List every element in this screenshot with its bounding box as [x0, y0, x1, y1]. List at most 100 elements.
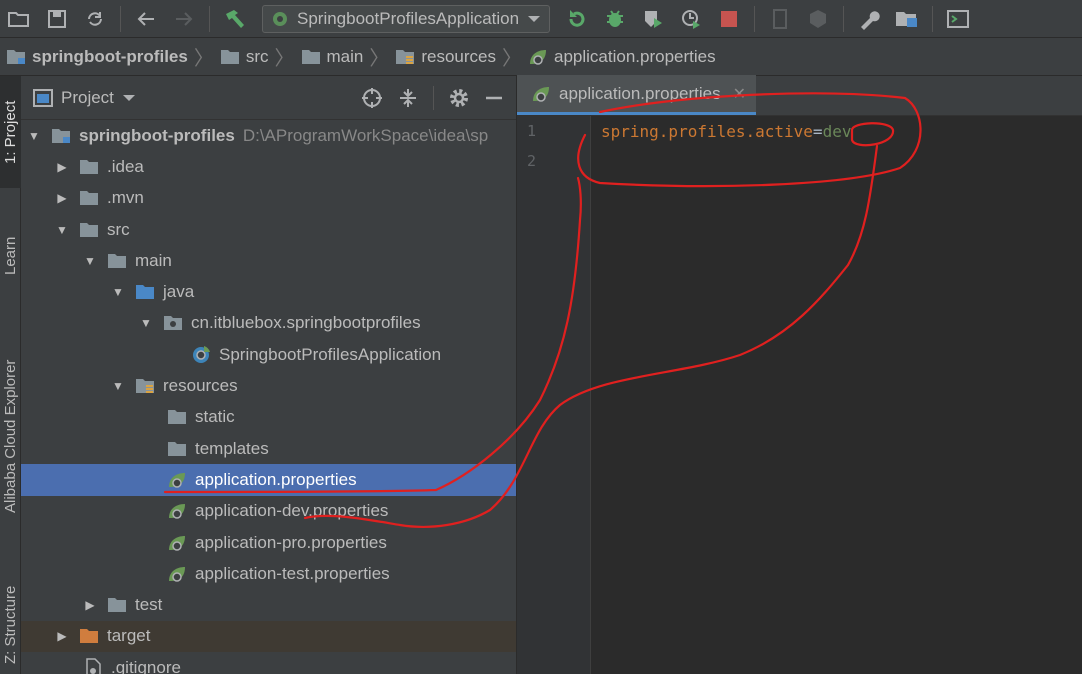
locate-target-icon[interactable]: [361, 87, 383, 109]
tree-row-idea[interactable]: ▶ .idea: [21, 151, 516, 182]
expanded-arrow-icon[interactable]: ▼: [139, 316, 153, 330]
tree-label: application.properties: [195, 469, 357, 489]
profile-icon[interactable]: [676, 4, 706, 34]
expanded-arrow-icon[interactable]: ▼: [111, 285, 125, 299]
left-tool-stripe: 1: Project Learn Alibaba Cloud Explorer …: [0, 76, 21, 674]
collapsed-arrow-icon[interactable]: ▶: [55, 191, 69, 205]
wrench-settings-icon[interactable]: [854, 4, 884, 34]
tree-row-application-dev-properties[interactable]: application-dev.properties: [21, 496, 516, 527]
expanded-arrow-icon[interactable]: ▼: [55, 223, 69, 237]
tree-row-main[interactable]: ▼ main: [21, 245, 516, 276]
tree-row-static[interactable]: static: [21, 402, 516, 433]
tree-label: springboot-profiles: [79, 125, 235, 145]
tree-row-target[interactable]: ▶ target: [21, 620, 516, 653]
tree-label: static: [195, 407, 235, 427]
tree-label: application-test.properties: [195, 563, 390, 583]
line-number: 2: [527, 152, 537, 170]
breadcrumb-file[interactable]: application.properties: [528, 47, 716, 67]
folder-icon: [167, 408, 187, 426]
project-actions: [361, 85, 516, 110]
folder-icon: [79, 158, 99, 176]
tree-label: cn.itbluebox.springbootprofiles: [191, 313, 421, 333]
tree-label: SpringbootProfilesApplication: [219, 344, 442, 364]
tool-tab-label: Learn: [2, 236, 19, 276]
collapsed-arrow-icon[interactable]: ▶: [55, 629, 69, 643]
tree-row-mvn[interactable]: ▶ .mvn: [21, 183, 516, 214]
tree-row-application-pro-properties[interactable]: application-pro.properties: [21, 527, 516, 558]
editor-tab-bar: application.properties ✕: [517, 75, 1082, 116]
gear-icon[interactable]: [448, 87, 470, 109]
tool-tab-label: 1: Project: [2, 100, 19, 164]
tree-row-resources[interactable]: ▼ resources: [21, 370, 516, 401]
tree-row-test[interactable]: ▶ test: [21, 589, 516, 620]
tool-tab-structure[interactable]: Z: Structure: [0, 576, 21, 674]
tree-row-root[interactable]: ▼ springboot-profiles D:\AProgramWorkSpa…: [21, 120, 516, 151]
breadcrumb-separator: 〉: [193, 48, 214, 70]
expanded-arrow-icon[interactable]: ▼: [27, 129, 41, 143]
collapsed-arrow-icon[interactable]: ▶: [83, 598, 97, 612]
spring-properties-icon: [167, 471, 187, 489]
tree-label: application-pro.properties: [195, 532, 387, 552]
tree-row-java[interactable]: ▼ java: [21, 276, 516, 307]
breadcrumb-separator: 〉: [369, 48, 390, 70]
code-line-2[interactable]: [601, 146, 851, 176]
project-structure-icon[interactable]: [892, 4, 922, 34]
tree-label: .gitignore: [111, 657, 181, 674]
line-number: 1: [527, 122, 537, 140]
tree-row-templates[interactable]: templates: [21, 433, 516, 464]
package-icon[interactable]: [803, 4, 833, 34]
breadcrumb-src[interactable]: src: [220, 47, 269, 67]
collapse-all-icon[interactable]: [397, 87, 419, 109]
debug-bug-icon[interactable]: [600, 4, 630, 34]
toolbar-divider: [120, 5, 121, 32]
open-folder-icon[interactable]: [4, 4, 34, 34]
chevron-down-icon: [122, 94, 135, 101]
breadcrumb-separator: 〉: [274, 48, 295, 70]
run-config-label: SpringbootProfilesApplication: [297, 8, 520, 28]
forward-arrow-icon[interactable]: [169, 4, 199, 34]
breadcrumb-separator: 〉: [502, 48, 522, 70]
expanded-arrow-icon[interactable]: ▼: [111, 379, 125, 393]
tool-tab-project[interactable]: 1: Project: [0, 76, 21, 188]
tree-label: .idea: [107, 156, 144, 176]
tool-tab-cloud-explorer[interactable]: Alibaba Cloud Explorer: [0, 321, 21, 551]
project-view-selector[interactable]: Project: [33, 88, 136, 108]
breadcrumb-resources[interactable]: resources: [395, 47, 496, 67]
spring-properties-icon: [167, 534, 187, 552]
back-arrow-icon[interactable]: [131, 4, 161, 34]
sync-icon[interactable]: [80, 4, 110, 34]
tree-row-application-test-properties[interactable]: application-test.properties: [21, 558, 516, 589]
save-icon[interactable]: [42, 4, 72, 34]
property-separator: =: [812, 121, 823, 141]
tree-label: templates: [195, 438, 269, 458]
breadcrumb-label: application.properties: [554, 46, 716, 66]
property-value: dev: [822, 121, 852, 141]
tool-tab-label: Alibaba Cloud Explorer: [2, 359, 19, 513]
stop-icon[interactable]: [714, 4, 744, 34]
toolbar-divider: [209, 5, 210, 32]
tree-label: src: [107, 219, 130, 239]
breadcrumb-project[interactable]: springboot-profiles: [6, 47, 188, 67]
close-icon[interactable]: ✕: [733, 84, 746, 104]
expanded-arrow-icon[interactable]: ▼: [83, 254, 97, 268]
tree-row-gitignore[interactable]: .gitignore: [21, 652, 516, 674]
device-icon[interactable]: [765, 4, 795, 34]
build-hammer-icon[interactable]: [220, 4, 250, 34]
code-editor[interactable]: spring.profiles.active = dev: [601, 116, 851, 176]
breadcrumb-main[interactable]: main: [301, 47, 363, 67]
editor-tab-application-properties[interactable]: application.properties ✕: [517, 75, 757, 115]
collapsed-arrow-icon[interactable]: ▶: [55, 160, 69, 174]
tool-tab-learn[interactable]: Learn: [0, 216, 21, 296]
terminal-icon[interactable]: [943, 4, 973, 34]
tree-row-package[interactable]: ▼ cn.itbluebox.springbootprofiles: [21, 308, 516, 339]
hide-minimize-icon[interactable]: [484, 88, 504, 108]
code-line-1[interactable]: spring.profiles.active = dev: [601, 116, 851, 146]
editor-area: application.properties ✕ 1 2 spring.prof…: [517, 75, 1082, 674]
run-configuration-select[interactable]: SpringbootProfilesApplication: [262, 4, 551, 33]
tree-row-application-properties[interactable]: application.properties: [21, 464, 516, 496]
run-coverage-icon[interactable]: [638, 4, 668, 34]
tree-row-application-class[interactable]: SpringbootProfilesApplication: [21, 339, 516, 370]
resources-folder-icon: [396, 49, 415, 64]
rerun-icon[interactable]: [562, 4, 592, 34]
tree-row-src[interactable]: ▼ src: [21, 214, 516, 245]
